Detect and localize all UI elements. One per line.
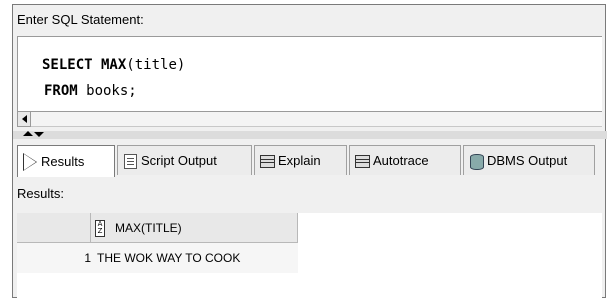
scroll-left-button[interactable] — [17, 111, 31, 127]
results-grid[interactable]: AZ MAX(TITLE) 1 THE WOK WAY TO COOK — [17, 213, 602, 298]
sql-worksheet: Enter SQL Statement: SELECT MAX(title) F… — [12, 4, 607, 298]
tab-autotrace[interactable]: Autotrace — [349, 145, 461, 175]
arrow-up-icon[interactable] — [23, 131, 33, 136]
table-cell[interactable]: THE WOK WAY TO COOK — [97, 251, 240, 265]
horizontal-scrollbar[interactable] — [31, 111, 602, 127]
tab-label: Explain — [278, 153, 321, 168]
tab-explain[interactable]: Explain — [254, 145, 347, 175]
sql-text: books; — [77, 83, 137, 99]
sql-keyword-from: FROM — [44, 83, 78, 99]
tab-label: Autotrace — [373, 153, 429, 168]
results-label: Results: — [17, 186, 64, 201]
tab-label: Results — [41, 154, 85, 169]
column-header-max-title[interactable]: AZ MAX(TITLE) — [91, 213, 298, 243]
row-number: 1 — [84, 251, 91, 265]
run-icon — [22, 152, 38, 171]
sql-line-1: SELECT MAX(title) — [42, 57, 185, 73]
output-tabs: Results Script Output Explain Autotrace … — [13, 145, 607, 177]
tab-dbms-output[interactable]: DBMS Output — [463, 145, 595, 175]
sort-az-icon: AZ — [95, 219, 105, 237]
dbms-icon — [468, 153, 484, 170]
explain-icon — [259, 153, 275, 169]
row-number-header[interactable] — [17, 213, 91, 243]
tab-label: Script Output — [141, 153, 217, 168]
pane-splitter[interactable] — [13, 131, 607, 139]
arrow-down-icon[interactable] — [34, 132, 44, 137]
sql-editor[interactable]: SELECT MAX(title) FROM books; — [17, 36, 602, 114]
tab-label: DBMS Output — [487, 153, 568, 168]
sql-statement-label: Enter SQL Statement: — [17, 12, 144, 27]
autotrace-icon — [354, 153, 370, 169]
sql-keyword-select: SELECT MAX — [42, 57, 127, 73]
tab-results[interactable]: Results — [17, 145, 115, 177]
grid-header: AZ MAX(TITLE) — [17, 213, 298, 243]
tab-script-output[interactable]: Script Output — [117, 145, 252, 175]
sql-line-2: FROM books; — [44, 83, 137, 99]
script-icon — [122, 153, 138, 169]
column-header-label: MAX(TITLE) — [115, 221, 182, 235]
arrow-left-icon — [22, 115, 27, 123]
sql-text: (title) — [126, 57, 186, 73]
